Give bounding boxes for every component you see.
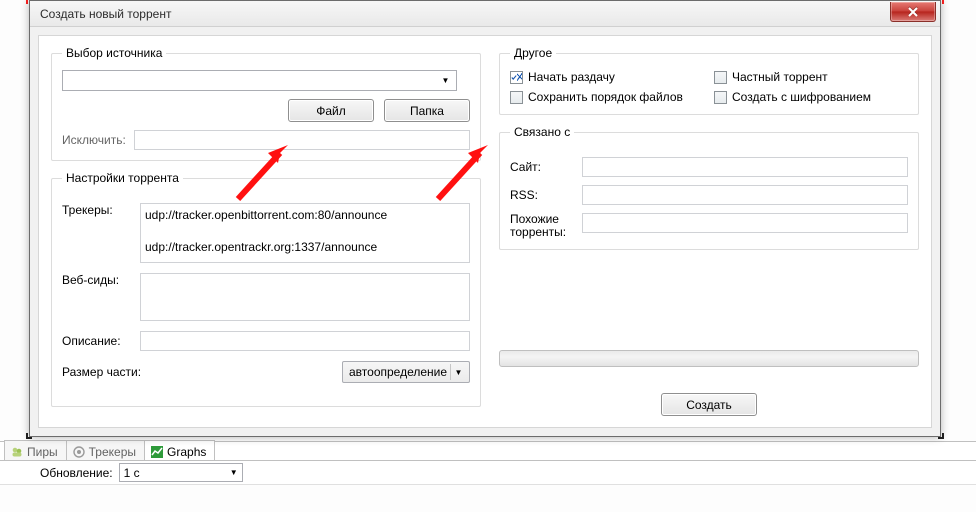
other-group: Другое Начать раздачу Частный торрент <box>499 46 919 115</box>
similar-input[interactable] <box>582 213 908 233</box>
progress-bar <box>499 350 919 367</box>
trackers-label: Трекеры: <box>62 203 134 217</box>
related-legend: Связано с <box>510 125 574 139</box>
folder-button[interactable]: Папка <box>384 99 470 122</box>
site-input[interactable] <box>582 157 908 177</box>
source-legend: Выбор источника <box>62 46 166 60</box>
tab-peers-label: Пиры <box>27 445 58 459</box>
description-label: Описание: <box>62 334 134 348</box>
close-icon <box>907 7 919 17</box>
source-group: Выбор источника ▼ Файл Папка Исключить: <box>51 46 481 161</box>
webseeds-label: Веб-сиды: <box>62 273 134 287</box>
trackers-icon <box>73 446 85 458</box>
trackers-input[interactable]: udp://tracker.openbittorrent.com:80/anno… <box>140 203 470 263</box>
preserve-order-label: Сохранить порядок файлов <box>528 90 683 104</box>
dialog-title: Создать новый торрент <box>40 7 171 21</box>
file-button-label: Файл <box>316 104 346 118</box>
site-label: Сайт: <box>510 160 576 174</box>
chevron-down-icon: ▼ <box>438 72 453 89</box>
related-group: Связано с Сайт: RSS: Похожие торренты: <box>499 125 919 250</box>
update-interval-value: 1 с <box>124 466 140 480</box>
rss-input[interactable] <box>582 185 908 205</box>
update-label: Обновление: <box>40 466 113 480</box>
chevron-down-icon: ▼ <box>450 364 466 380</box>
exclude-label: Исключить: <box>62 133 128 147</box>
private-torrent-label: Частный торрент <box>732 70 828 84</box>
tab-trackers-label: Трекеры <box>89 445 136 459</box>
create-button[interactable]: Создать <box>661 393 757 416</box>
webseeds-input[interactable] <box>140 273 470 321</box>
tab-peers[interactable]: Пиры <box>4 440 67 460</box>
other-legend: Другое <box>510 46 556 60</box>
source-combo[interactable]: ▼ <box>62 70 457 91</box>
checkbox-icon <box>510 71 523 84</box>
tab-graphs-label: Graphs <box>167 445 206 459</box>
piece-size-select[interactable]: автоопределение ▼ <box>342 361 470 383</box>
background-status-row: Обновление: 1 с ▼ <box>0 461 976 485</box>
file-button[interactable]: Файл <box>288 99 374 122</box>
create-button-label: Создать <box>686 398 732 412</box>
right-column: Другое Начать раздачу Частный торрент <box>499 46 919 417</box>
checkbox-icon <box>714 71 727 84</box>
rss-label: RSS: <box>510 188 576 202</box>
background-tabbar: Пиры Трекеры Graphs <box>0 441 976 461</box>
chevron-down-icon: ▼ <box>230 468 238 477</box>
piece-size-label: Размер части: <box>62 365 150 379</box>
tab-trackers[interactable]: Трекеры <box>66 440 145 460</box>
dialog-content: Выбор источника ▼ Файл Папка Исключить: … <box>38 35 932 428</box>
similar-label: Похожие торренты: <box>510 213 576 239</box>
checkbox-icon <box>510 91 523 104</box>
settings-group: Настройки торрента Трекеры: udp://tracke… <box>51 171 481 407</box>
graphs-icon <box>151 446 163 458</box>
piece-size-value: автоопределение <box>349 365 447 379</box>
start-seeding-label: Начать раздачу <box>528 70 615 84</box>
tab-graphs[interactable]: Graphs <box>144 440 215 460</box>
trackers-value: udp://tracker.openbittorrent.com:80/anno… <box>145 208 387 254</box>
encrypt-label: Создать с шифрованием <box>732 90 871 104</box>
private-torrent-checkbox[interactable]: Частный торрент <box>714 70 908 84</box>
create-torrent-dialog: Создать новый торрент Выбор источника ▼ … <box>29 0 941 437</box>
start-seeding-checkbox[interactable]: Начать раздачу <box>510 70 704 84</box>
dialog-titlebar[interactable]: Создать новый торрент <box>30 1 940 27</box>
preserve-order-checkbox[interactable]: Сохранить порядок файлов <box>510 90 704 104</box>
update-interval-select[interactable]: 1 с ▼ <box>119 463 243 482</box>
encrypt-checkbox[interactable]: Создать с шифрованием <box>714 90 908 104</box>
peers-icon <box>11 446 23 458</box>
description-input[interactable] <box>140 331 470 351</box>
settings-legend: Настройки торрента <box>62 171 183 185</box>
checkbox-icon <box>714 91 727 104</box>
folder-button-label: Папка <box>410 104 444 118</box>
left-column: Выбор источника ▼ Файл Папка Исключить: … <box>51 46 481 417</box>
exclude-input <box>134 130 470 150</box>
close-button[interactable] <box>890 2 936 22</box>
